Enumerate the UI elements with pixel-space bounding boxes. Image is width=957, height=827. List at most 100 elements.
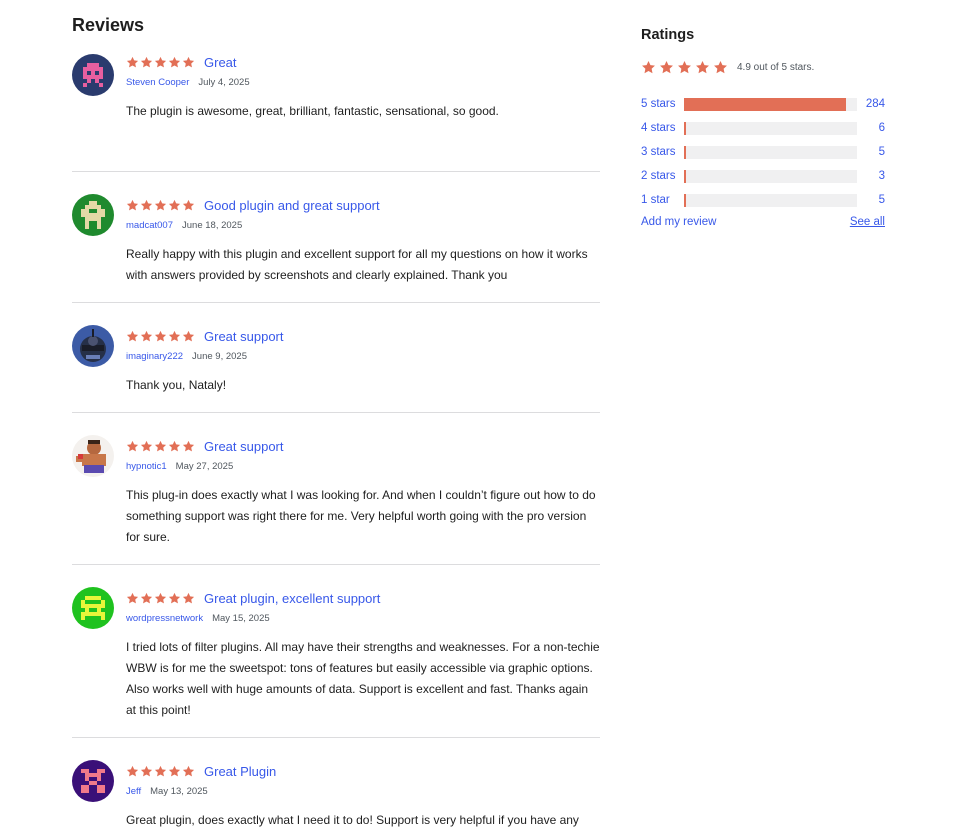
review-item: Great plugin, excellent support wordpres… bbox=[72, 565, 600, 738]
rating-bar-label[interactable]: 3 stars bbox=[641, 146, 684, 158]
rating-stars bbox=[126, 330, 195, 343]
avatar[interactable] bbox=[72, 760, 114, 802]
star-icon bbox=[126, 199, 139, 210]
rating-bar-label[interactable]: 4 stars bbox=[641, 122, 684, 134]
star-icon bbox=[154, 592, 167, 603]
avatar[interactable] bbox=[72, 194, 114, 236]
review-author-link[interactable]: Jeff bbox=[126, 786, 141, 797]
review-title-link[interactable]: Great support bbox=[204, 439, 284, 454]
rating-bar-row[interactable]: 5 stars 284 bbox=[641, 92, 885, 116]
star-icon bbox=[182, 592, 195, 603]
review-title-link[interactable]: Great support bbox=[204, 329, 284, 344]
rating-bar-fill bbox=[684, 193, 687, 207]
rating-stars bbox=[126, 440, 195, 453]
rating-bar-row[interactable]: 3 stars 5 bbox=[641, 140, 885, 164]
star-icon bbox=[126, 440, 139, 451]
star-icon bbox=[182, 765, 195, 776]
star-icon bbox=[154, 765, 167, 776]
avatar[interactable] bbox=[72, 54, 114, 96]
star-icon bbox=[154, 56, 167, 67]
review-author-link[interactable]: imaginary222 bbox=[126, 351, 183, 362]
star-icon bbox=[140, 440, 153, 451]
rating-bar-fill bbox=[684, 145, 687, 159]
review-body: The plugin is awesome, great, brilliant,… bbox=[126, 104, 499, 118]
star-icon bbox=[154, 440, 167, 451]
reviews-heading: Reviews bbox=[72, 15, 145, 35]
rating-bar-count[interactable]: 284 bbox=[857, 98, 885, 110]
rating-bar-fill bbox=[684, 97, 846, 111]
rating-bar-track bbox=[684, 193, 857, 207]
review-author-link[interactable]: Steven Cooper bbox=[126, 77, 189, 88]
review-title-link[interactable]: Great bbox=[204, 55, 237, 70]
star-icon bbox=[642, 60, 655, 73]
star-icon bbox=[140, 330, 153, 341]
rating-bar-row[interactable]: 1 star 5 bbox=[641, 188, 885, 212]
review-item: Great support imaginary222 June 9, 2025 … bbox=[72, 303, 600, 413]
rating-stars bbox=[126, 592, 195, 605]
review-date: May 13, 2025 bbox=[150, 785, 208, 797]
star-icon bbox=[168, 330, 181, 341]
review-author-link[interactable]: madcat007 bbox=[126, 220, 173, 231]
star-icon bbox=[182, 330, 195, 341]
star-icon bbox=[126, 330, 139, 341]
star-icon bbox=[182, 56, 195, 67]
star-icon bbox=[140, 592, 153, 603]
review-body: Really happy with this plugin and excell… bbox=[126, 247, 588, 282]
ratings-summary-text: 4.9 out of 5 stars. bbox=[737, 61, 815, 73]
rating-bar-count[interactable]: 6 bbox=[857, 122, 885, 134]
star-icon bbox=[140, 56, 153, 67]
review-item: Great support hypnotic1 May 27, 2025 Thi… bbox=[72, 413, 600, 565]
review-title-link[interactable]: Great Plugin bbox=[204, 764, 276, 779]
star-icon bbox=[182, 199, 195, 210]
review-author-link[interactable]: hypnotic1 bbox=[126, 461, 167, 472]
star-icon bbox=[168, 440, 181, 451]
average-rating-stars bbox=[641, 60, 728, 75]
star-icon bbox=[714, 60, 727, 73]
rating-bar-row[interactable]: 2 stars 3 bbox=[641, 164, 885, 188]
review-title-link[interactable]: Great plugin, excellent support bbox=[204, 591, 380, 606]
review-date: May 27, 2025 bbox=[175, 460, 234, 472]
review-date: July 4, 2025 bbox=[198, 76, 250, 88]
avatar[interactable] bbox=[72, 325, 114, 367]
rating-stars bbox=[126, 199, 195, 212]
review-author-link[interactable]: wordpressnetwork bbox=[126, 613, 203, 624]
star-icon bbox=[696, 60, 709, 73]
rating-bar-row[interactable]: 4 stars 6 bbox=[641, 116, 885, 140]
review-item: Great Plugin Jeff May 13, 2025 Great plu… bbox=[72, 738, 600, 827]
review-date: June 9, 2025 bbox=[192, 350, 247, 362]
rating-bar-fill bbox=[684, 121, 687, 135]
rating-stars bbox=[126, 56, 195, 69]
star-icon bbox=[126, 592, 139, 603]
star-icon bbox=[154, 199, 167, 210]
star-icon bbox=[168, 765, 181, 776]
star-icon bbox=[168, 56, 181, 67]
review-body: This plug-in does exactly what I was loo… bbox=[126, 488, 596, 544]
star-icon bbox=[182, 440, 195, 451]
star-icon bbox=[140, 199, 153, 210]
rating-stars bbox=[126, 765, 195, 778]
rating-bar-label[interactable]: 2 stars bbox=[641, 170, 684, 182]
review-body: Thank you, Nataly! bbox=[126, 378, 227, 392]
star-icon bbox=[168, 592, 181, 603]
rating-bar-count[interactable]: 5 bbox=[857, 194, 885, 206]
reviews-section: Reviews Great Steven Cooper July 4, 2025… bbox=[72, 14, 600, 827]
rating-bars: 5 stars 284 4 stars 6 3 stars 5 2 stars … bbox=[641, 92, 885, 212]
star-icon bbox=[126, 56, 139, 67]
star-icon bbox=[154, 330, 167, 341]
rating-bar-label[interactable]: 5 stars bbox=[641, 98, 684, 110]
review-item: Great Steven Cooper July 4, 2025 The plu… bbox=[72, 48, 600, 172]
rating-bar-label[interactable]: 1 star bbox=[641, 194, 684, 206]
see-all-link[interactable]: See all bbox=[850, 216, 885, 228]
star-icon bbox=[678, 60, 691, 73]
ratings-section: Ratings 4.9 out of 5 stars. 5 stars 284 … bbox=[641, 26, 885, 228]
rating-bar-fill bbox=[684, 169, 687, 183]
rating-bar-count[interactable]: 5 bbox=[857, 146, 885, 158]
review-title-link[interactable]: Good plugin and great support bbox=[204, 198, 380, 213]
rating-bar-count[interactable]: 3 bbox=[857, 170, 885, 182]
ratings-heading: Ratings bbox=[641, 27, 695, 43]
avatar[interactable] bbox=[72, 435, 114, 477]
avatar[interactable] bbox=[72, 587, 114, 629]
rating-bar-track bbox=[684, 145, 857, 159]
add-review-link[interactable]: Add my review bbox=[641, 216, 716, 228]
review-item: Good plugin and great support madcat007 … bbox=[72, 172, 600, 303]
